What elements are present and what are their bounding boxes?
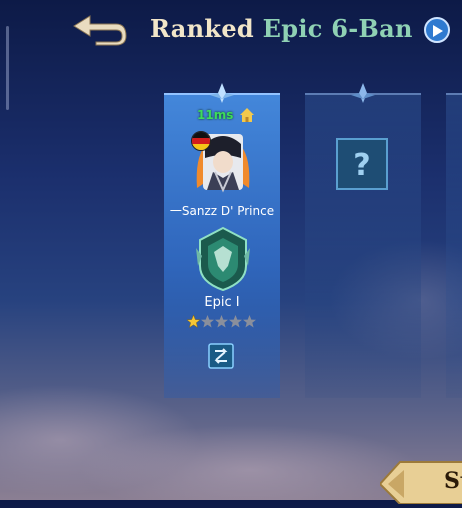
back-button[interactable] — [66, 12, 130, 46]
ping-label: 11ms — [197, 108, 234, 122]
switch-button[interactable] — [208, 343, 234, 369]
player-name: 一Sanzz D' Prince — [169, 204, 275, 218]
start-label: St — [444, 468, 462, 494]
page-title: Ranked Epic 6-Ban — [150, 14, 413, 43]
left-edge-decoration — [6, 26, 9, 110]
question-mark-icon: ? — [353, 148, 370, 183]
star-empty-icon — [215, 315, 228, 328]
player-slot-2[interactable]: ? — [305, 83, 421, 398]
play-icon — [433, 25, 443, 37]
home-icon — [240, 108, 254, 122]
player-slot-3[interactable] — [446, 93, 462, 398]
star-empty-icon — [201, 315, 214, 328]
star-empty-icon — [229, 315, 242, 328]
empty-slot-avatar: ? — [336, 138, 388, 190]
player-slot-1[interactable]: 11ms 一Sanzz D' Prince Epic I — [164, 83, 280, 398]
rank-name: Epic I — [204, 295, 240, 310]
rank-stars — [186, 314, 256, 329]
svg-text:?: ? — [353, 148, 370, 183]
play-button[interactable] — [424, 17, 450, 43]
star-empty-icon — [243, 315, 256, 328]
title-tier: Epic 6-Ban — [262, 14, 413, 43]
slot-marker-icon — [351, 83, 375, 103]
star-filled-icon — [186, 314, 201, 329]
title-mode: Ranked — [150, 14, 254, 43]
rank-emblem-epic-icon — [196, 226, 250, 292]
slot-marker-icon — [210, 83, 234, 103]
back-arrow-icon — [73, 15, 127, 46]
country-flag-germany — [191, 131, 211, 151]
switch-icon — [208, 343, 234, 369]
start-button[interactable]: St — [378, 458, 462, 505]
